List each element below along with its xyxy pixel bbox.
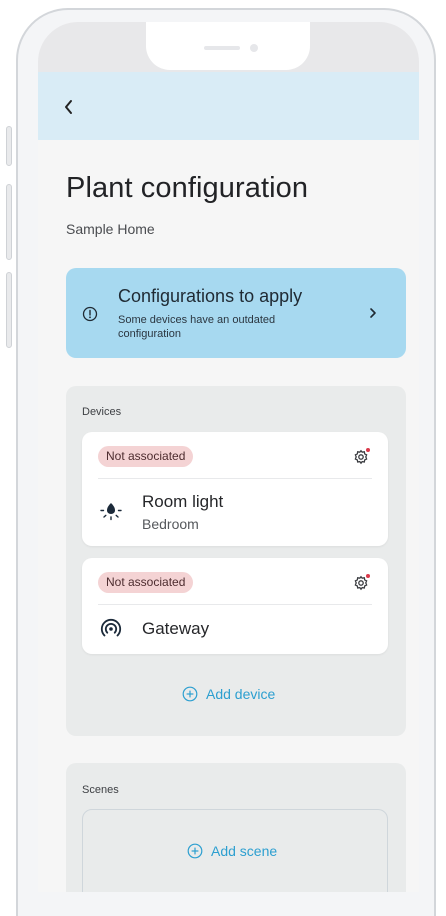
banner-title: Configurations to apply [118,286,303,306]
add-device-label: Add device [206,686,276,702]
gear-icon[interactable] [352,572,372,592]
card-divider [98,604,372,605]
plus-circle-icon [182,686,198,702]
card-divider [98,478,372,479]
phone-speaker [204,46,240,50]
add-scene-label: Add scene [211,843,278,859]
devices-section-label: Devices [82,406,122,418]
plus-circle-icon [187,843,203,859]
back-button[interactable] [56,94,82,120]
app-header [38,72,419,140]
scenes-section-label: Scenes [82,784,119,796]
gear-icon[interactable] [352,446,372,466]
phone-side-button [6,184,12,260]
device-card-gateway[interactable]: Not associated Gateway [82,558,388,654]
device-name: Gateway [142,619,210,638]
phone-side-button [6,272,12,348]
devices-section: Devices Not associated Room light Bedroo… [66,386,406,736]
page-subtitle: Sample Home [66,221,155,237]
device-card-room-light[interactable]: Not associated Room light Bedroom [82,432,388,546]
phone-camera [250,44,258,52]
device-room: Bedroom [142,516,199,532]
info-circle-icon [82,306,98,322]
phone-side-button [6,126,12,166]
device-name: Room light [142,492,224,511]
add-device-button[interactable]: Add device [182,686,275,702]
scenes-dropzone: Add scene [82,809,388,892]
light-bulb-icon [100,503,122,521]
status-badge: Not associated [98,446,194,467]
page-title: Plant configuration [66,172,309,204]
app-screen: Plant configuration Sample Home Configur… [38,22,419,892]
banner-description: Some devices have an outdated configurat… [118,314,276,340]
chevron-left-icon [65,100,72,114]
configurations-banner[interactable]: Configurations to apply Some devices hav… [66,268,406,358]
chevron-right-icon [370,308,376,318]
status-badge: Not associated [98,572,194,593]
scenes-section: Scenes Add scene [66,763,406,892]
gateway-signal-icon [100,618,122,637]
add-scene-button[interactable]: Add scene [187,843,277,859]
